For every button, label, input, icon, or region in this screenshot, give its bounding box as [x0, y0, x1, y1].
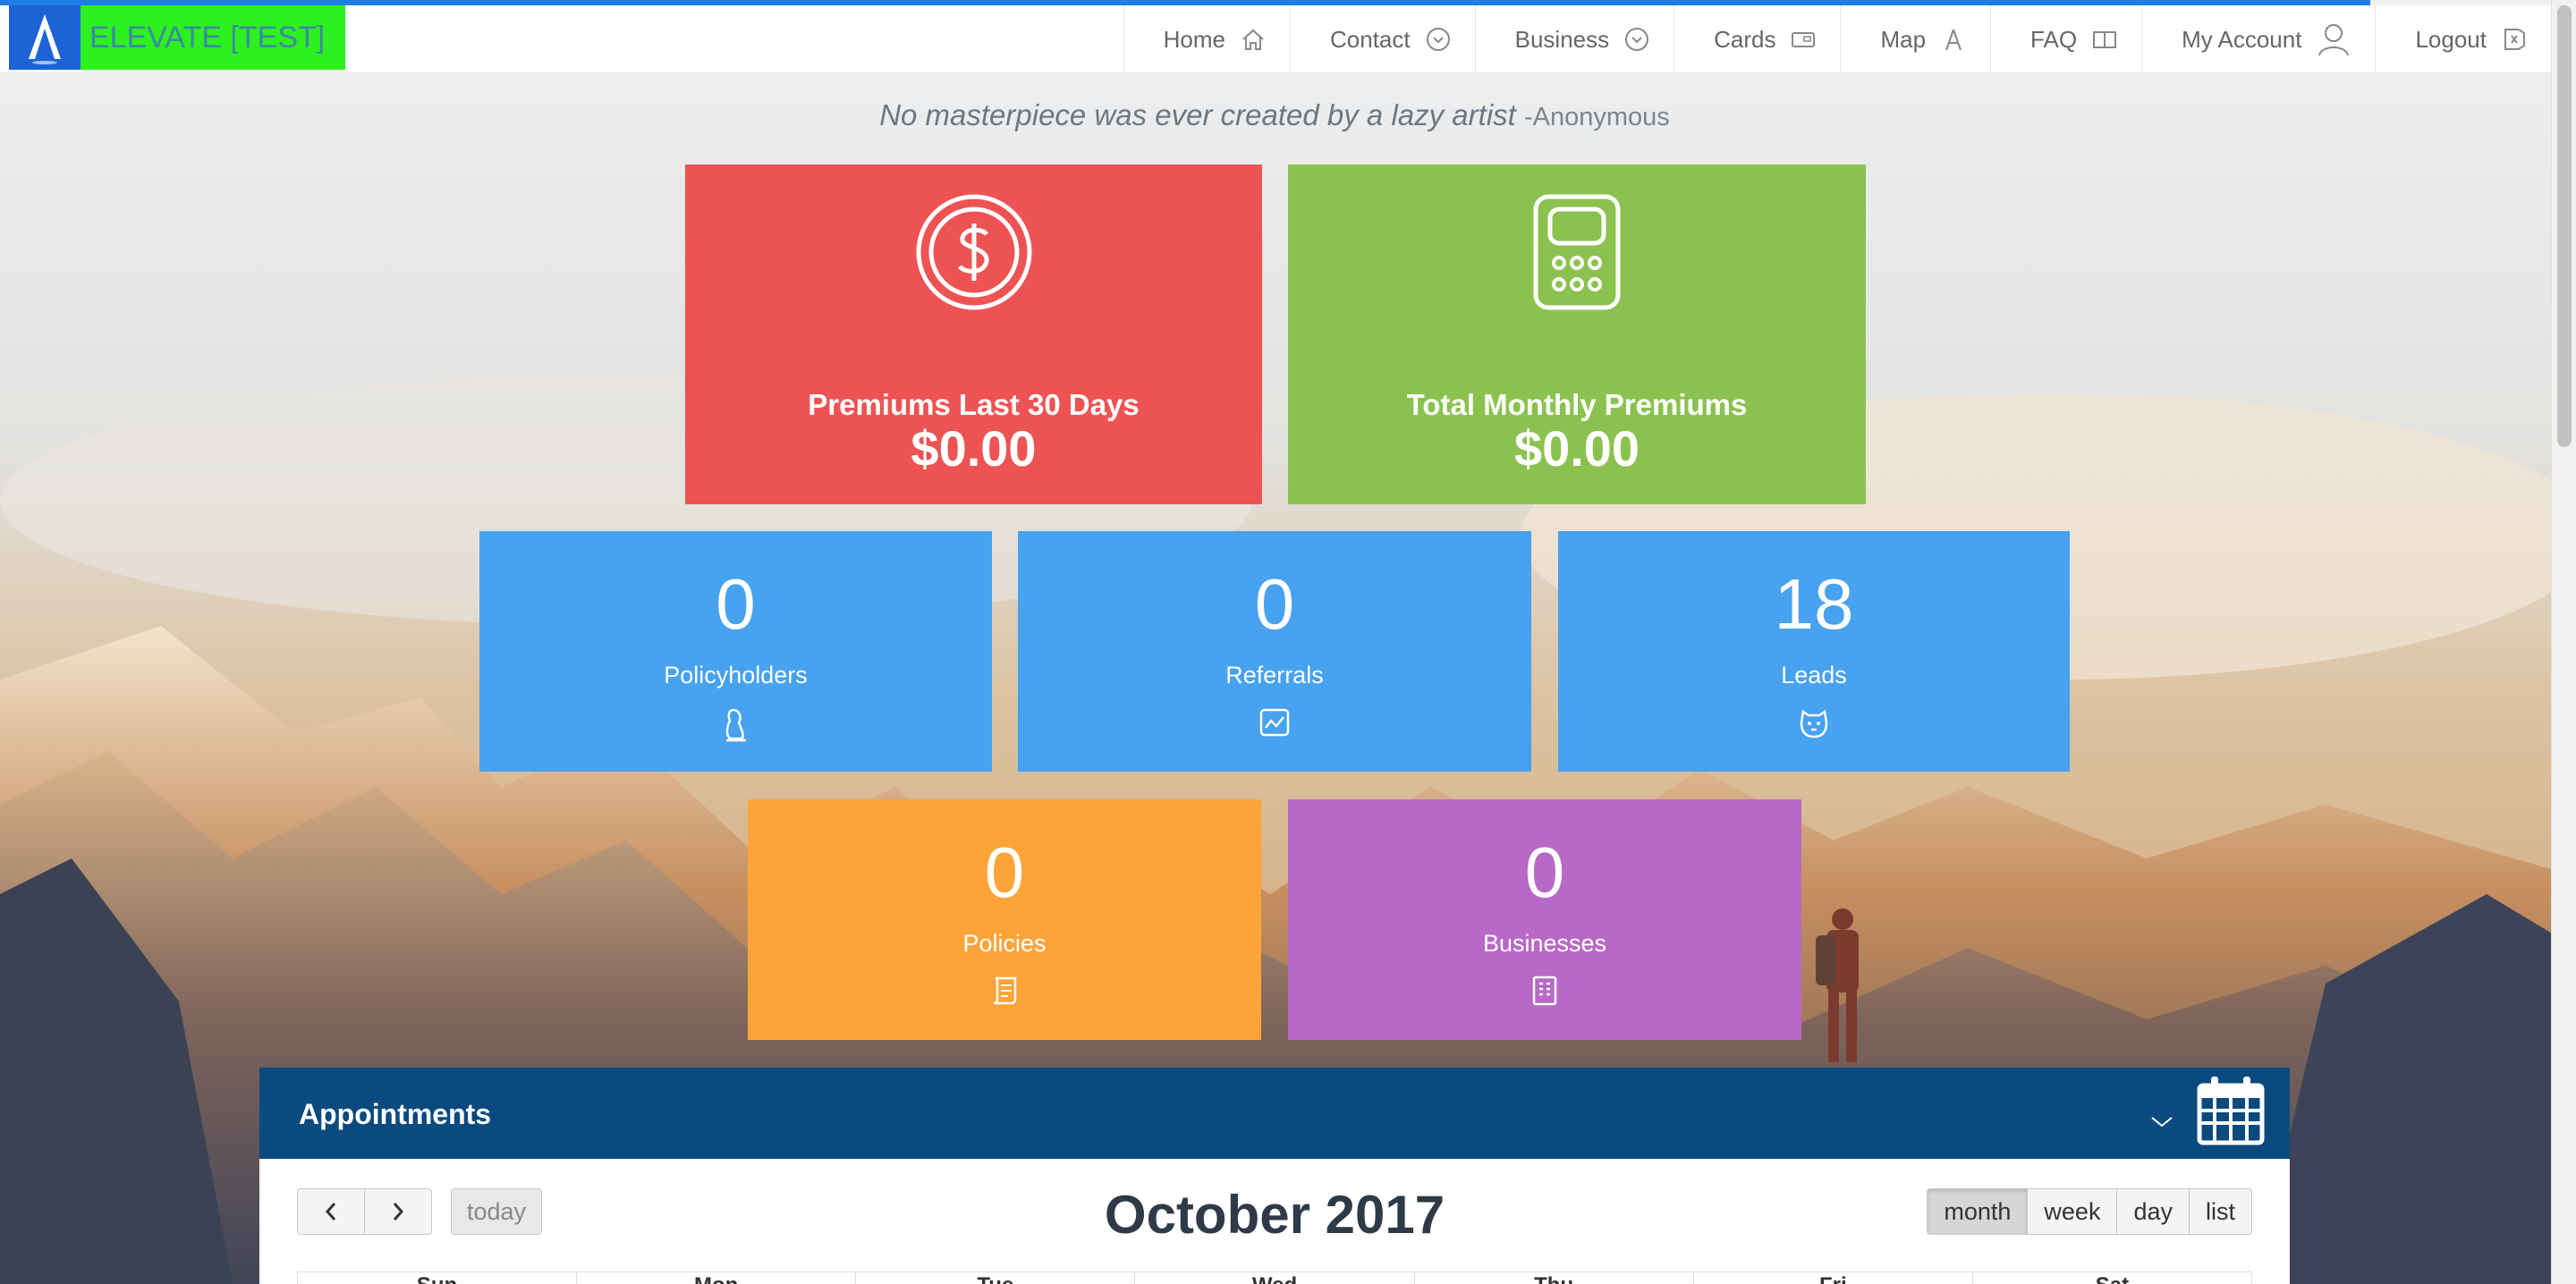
- nav-logout-label: Logout: [2415, 25, 2487, 53]
- scroll-document-icon: [988, 975, 1021, 1011]
- logo[interactable]: [9, 5, 80, 70]
- brand-title[interactable]: ELEVATE [TEST]: [80, 5, 345, 70]
- motivational-quote: No masterpiece was ever created by a laz…: [0, 98, 2549, 132]
- book-icon: [2091, 26, 2118, 53]
- policyholders-count: 0: [716, 564, 756, 644]
- quote-text: No masterpiece was ever created by a laz…: [879, 98, 1516, 131]
- nav-cards[interactable]: Cards: [1674, 5, 1840, 73]
- nav-my-account[interactable]: My Account: [2141, 5, 2375, 73]
- scrollbar-thumb[interactable]: [2557, 5, 2572, 447]
- user-icon: [2316, 21, 2351, 57]
- card-icon: [1790, 26, 1817, 53]
- appointments-header[interactable]: Appointments: [259, 1068, 2290, 1159]
- nav-map[interactable]: Map: [1840, 5, 1990, 73]
- referrals-count: 0: [1254, 564, 1295, 644]
- view-day-button[interactable]: day: [2116, 1188, 2190, 1235]
- view-month-button[interactable]: month: [1927, 1188, 2029, 1235]
- view-week-button[interactable]: week: [2027, 1188, 2118, 1235]
- nav-contact[interactable]: Contact: [1290, 5, 1475, 73]
- nav-home-label: Home: [1163, 25, 1225, 53]
- policies-count: 0: [984, 832, 1025, 912]
- collapse-chevron-icon[interactable]: [2150, 1116, 2174, 1133]
- referrals-tile[interactable]: 0 Referrals: [1018, 531, 1531, 772]
- nav-cards-label: Cards: [1714, 25, 1776, 53]
- dog-face-icon: [1798, 706, 1830, 745]
- policies-tile[interactable]: 0 Policies: [748, 799, 1261, 1040]
- total-monthly-premiums-tile[interactable]: Total Monthly Premiums $0.00: [1288, 165, 1866, 504]
- building-icon: [1530, 975, 1559, 1011]
- total-monthly-premiums-label: Total Monthly Premiums: [1406, 388, 1748, 421]
- weekday-wed: Wed: [1134, 1272, 1413, 1284]
- page-scrollbar[interactable]: [2551, 0, 2576, 1284]
- navbar: ELEVATE [TEST] Home Contact Business Car…: [0, 5, 2551, 73]
- quote-author: -Anonymous: [1524, 103, 1670, 131]
- policies-label: Policies: [962, 930, 1046, 957]
- nav-home[interactable]: Home: [1123, 5, 1290, 73]
- policyholders-tile[interactable]: 0 Policyholders: [479, 531, 992, 772]
- nav-contact-label: Contact: [1330, 25, 1411, 53]
- weekday-tue: Tue: [855, 1272, 1134, 1284]
- logo-a-icon: [29, 14, 61, 64]
- nav-logout[interactable]: Logout: [2375, 5, 2551, 73]
- calendar-weekday-header: Sun Mon Tue Wed Thu Fri Sat: [297, 1271, 2252, 1284]
- leads-tile[interactable]: 18 Leads: [1558, 531, 2070, 772]
- nav-map-label: Map: [1880, 25, 1927, 53]
- calendar-icon: [2197, 1075, 2265, 1151]
- businesses-count: 0: [1524, 832, 1565, 912]
- weekday-thu: Thu: [1413, 1272, 1693, 1284]
- home-icon: [1240, 26, 1267, 53]
- calculator-icon: [1532, 193, 1622, 316]
- view-list-button[interactable]: list: [2189, 1188, 2252, 1235]
- leads-label: Leads: [1781, 662, 1847, 688]
- main-nav: Home Contact Business Cards Map FAQ My A…: [1123, 5, 2551, 73]
- referral-card-icon: [1258, 706, 1291, 743]
- premiums-30-days-label: Premiums Last 30 Days: [808, 388, 1140, 421]
- nav-business[interactable]: Business: [1474, 5, 1674, 73]
- premiums-30-days-tile[interactable]: Premiums Last 30 Days $0.00: [685, 165, 1262, 504]
- leads-count: 18: [1774, 564, 1854, 644]
- policyholders-label: Policyholders: [664, 662, 808, 688]
- chevron-circle-icon: [1425, 26, 1452, 53]
- calendar-view-switcher: month week day list: [1927, 1188, 2252, 1235]
- weekday-sat: Sat: [1971, 1272, 2252, 1284]
- compass-icon: [1940, 26, 1967, 53]
- nav-my-account-label: My Account: [2182, 25, 2302, 53]
- chevron-circle-icon: [1623, 26, 1650, 53]
- businesses-tile[interactable]: 0 Businesses: [1288, 799, 1801, 1040]
- premiums-30-days-amount: $0.00: [911, 420, 1037, 477]
- nav-faq[interactable]: FAQ: [1990, 5, 2141, 73]
- penguin-icon: [721, 706, 751, 747]
- nav-business-label: Business: [1514, 25, 1610, 53]
- nav-faq-label: FAQ: [2030, 25, 2078, 53]
- total-monthly-premiums-amount: $0.00: [1513, 420, 1640, 477]
- calendar-toolbar: today October 2017 month week day list S…: [259, 1159, 2290, 1284]
- businesses-label: Businesses: [1482, 930, 1607, 957]
- weekday-sun: Sun: [297, 1272, 576, 1284]
- dollar-coin-icon: [915, 193, 1033, 316]
- logout-icon: [2501, 26, 2528, 53]
- weekday-mon: Mon: [576, 1272, 855, 1284]
- appointments-title: Appointments: [299, 1098, 492, 1130]
- appointments-panel: Appointments today October 2017 month we…: [259, 1068, 2290, 1284]
- referrals-label: Referrals: [1225, 662, 1324, 688]
- weekday-fri: Fri: [1692, 1272, 1972, 1284]
